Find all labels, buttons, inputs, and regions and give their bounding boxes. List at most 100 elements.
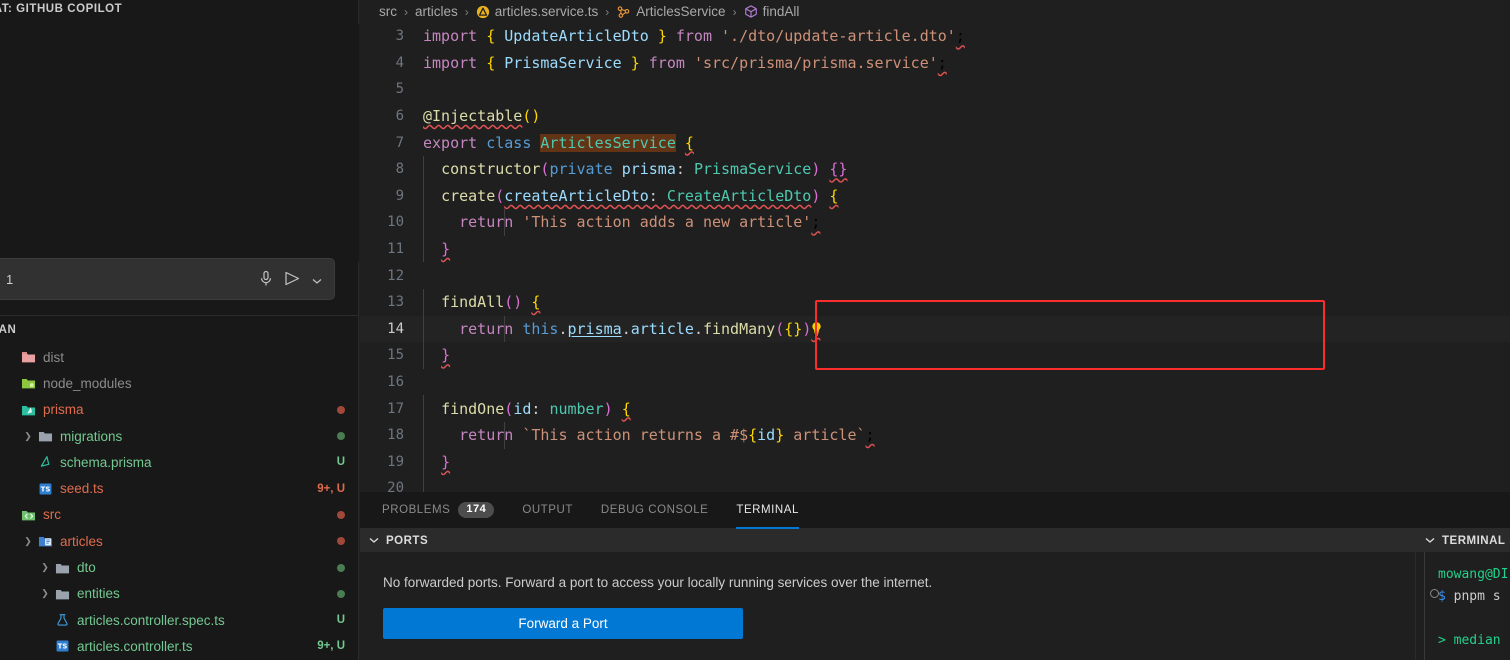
file-tree-label: dto xyxy=(77,560,96,576)
ports-header[interactable]: PORTS xyxy=(360,529,1415,552)
code-line[interactable]: 5 xyxy=(360,76,1510,103)
panel-tab-label: OUTPUT xyxy=(522,504,573,516)
code-line-text: return `This action returns a #${id} art… xyxy=(459,426,875,445)
file-tree-row[interactable]: prisma xyxy=(0,397,359,423)
line-number: 14 xyxy=(387,320,404,337)
folder-dist-icon xyxy=(18,350,38,364)
terminal-header[interactable]: TERMINAL xyxy=(1416,529,1510,552)
line-number: 13 xyxy=(387,294,404,311)
terminal-line: mowang@DI xyxy=(1438,567,1509,582)
breadcrumb-item[interactable]: src xyxy=(379,4,397,19)
indent-guide xyxy=(423,315,424,343)
file-tree-label: entities xyxy=(77,586,120,602)
git-status-indicator: 9+, U xyxy=(317,482,345,495)
chevron-right-icon[interactable]: ❯ xyxy=(38,563,52,572)
terminal-output[interactable]: mowang@DI $ pnpm s > median xyxy=(1416,552,1510,660)
panel-tab-debug-console[interactable]: DEBUG CONSOLE xyxy=(601,492,708,529)
code-line[interactable]: 7 export class ArticlesService { xyxy=(360,129,1510,156)
breadcrumb-item[interactable]: findAll xyxy=(744,4,800,19)
breadcrumb-separator-icon: › xyxy=(605,4,610,19)
microphone-icon[interactable] xyxy=(259,270,273,292)
breadcrumb-label: ArticlesService xyxy=(636,4,726,19)
ports-view: PORTS No forwarded ports. Forward a port… xyxy=(360,529,1415,660)
ts-file-icon: TS xyxy=(35,482,55,496)
file-tree-row[interactable]: node_modules xyxy=(0,370,359,396)
breadcrumb-item[interactable]: articles xyxy=(415,4,458,19)
file-tree-row[interactable]: TS articles.controller.ts 9+, U xyxy=(0,633,359,659)
code-line[interactable]: 3 import { UpdateArticleDto } from './dto… xyxy=(360,23,1510,50)
code-line[interactable]: 15 } xyxy=(360,342,1510,369)
prisma-file-icon xyxy=(35,455,55,469)
code-line[interactable]: 9 create(createArticleDto: CreateArticle… xyxy=(360,182,1510,210)
file-tree-label: articles.controller.ts xyxy=(77,638,193,654)
file-tree-row[interactable]: ❯ articles xyxy=(0,528,359,554)
terminal-line: > median xyxy=(1438,633,1501,648)
code-line-text: import { PrismaService } from 'src/prism… xyxy=(423,53,947,72)
indent-guide xyxy=(423,155,424,183)
code-line[interactable]: 16 xyxy=(360,369,1510,396)
code-line[interactable]: 8 constructor(private prisma: PrismaServ… xyxy=(360,155,1510,183)
send-icon[interactable] xyxy=(284,271,301,291)
file-tree-label: node_modules xyxy=(43,375,132,391)
file-tree-row[interactable]: ❯ dto xyxy=(0,554,359,580)
chevron-down-icon[interactable] xyxy=(312,272,322,290)
file-tree-row[interactable]: articles.controller.spec.ts U xyxy=(0,607,359,633)
code-line[interactable]: 13 findAll() { xyxy=(360,288,1510,316)
line-number: 6 xyxy=(395,108,404,125)
code-line[interactable]: 18 return `This action returns a #${id} … xyxy=(360,421,1510,449)
lightbulb-quickfix-icon[interactable] xyxy=(810,321,823,340)
line-number: 19 xyxy=(387,453,404,470)
code-line[interactable]: 6 @Injectable() xyxy=(360,103,1510,130)
breadcrumb-label: findAll xyxy=(762,4,800,19)
chat-input[interactable]: 1 xyxy=(6,272,13,287)
chevron-right-icon[interactable]: ❯ xyxy=(21,431,35,441)
folder-articles-icon xyxy=(35,534,55,548)
chat-input-container[interactable]: 1 xyxy=(0,258,335,300)
code-line[interactable]: 17 findOne(id: number) { xyxy=(360,395,1510,422)
file-tree-label: dist xyxy=(43,349,65,365)
code-line[interactable]: 19 } xyxy=(360,448,1510,476)
code-line[interactable]: 14 return this.prisma.article.findMany({… xyxy=(360,315,1510,343)
file-tree-row[interactable]: dist xyxy=(0,344,359,370)
code-line[interactable]: 10 return 'This action adds a new articl… xyxy=(360,209,1510,236)
file-tree-row[interactable]: ❯ entities xyxy=(0,581,359,607)
git-status-indicator: U xyxy=(336,456,345,469)
method-symbol-icon xyxy=(744,4,758,19)
panel-tab-bar: PROBLEMS 174 OUTPUT DEBUG CONSOLE TERMINAL xyxy=(360,492,1510,529)
file-tree-row[interactable]: schema.prisma U xyxy=(0,449,359,475)
terminal-view: TERMINAL mowang@DI $ pnpm s > median xyxy=(1415,529,1510,660)
command-decoration-icon xyxy=(1430,589,1439,598)
chevron-down-icon[interactable] xyxy=(1425,535,1435,547)
line-number: 9 xyxy=(395,187,404,204)
panel-tab-label: PROBLEMS xyxy=(382,504,451,516)
panel-tab-output[interactable]: OUTPUT xyxy=(522,492,573,529)
breadcrumb-item[interactable]: ArticlesService xyxy=(616,4,726,19)
forward-a-port-button[interactable]: Forward a Port xyxy=(383,608,743,639)
sidebar: CHAT: GITHUB COPILOT 1 xyxy=(0,0,359,660)
panel-tab-label: DEBUG CONSOLE xyxy=(600,504,709,516)
panel-tab-terminal[interactable]: TERMINAL xyxy=(736,492,799,529)
code-line[interactable]: 12 xyxy=(360,262,1510,289)
breadcrumb-separator-icon: › xyxy=(732,4,737,19)
file-tree-label: src xyxy=(43,507,61,523)
line-number: 15 xyxy=(387,347,404,364)
code-editor[interactable]: 3 import { UpdateArticleDto } from './dto… xyxy=(360,23,1510,502)
code-line[interactable]: 11 } xyxy=(360,235,1510,263)
breadcrumb-item[interactable]: articles.service.ts xyxy=(476,4,599,19)
file-tree-row[interactable]: TS seed.ts 9+, U xyxy=(0,475,359,501)
git-status-indicator xyxy=(337,589,345,598)
chat-panel-title: CHAT: GITHUB COPILOT xyxy=(0,3,123,15)
code-line[interactable]: 4 import { PrismaService } from 'src/pris… xyxy=(360,50,1510,77)
chevron-right-icon[interactable]: ❯ xyxy=(21,536,35,546)
chevron-right-icon[interactable]: ❯ xyxy=(38,589,52,598)
indent-guide xyxy=(423,288,424,316)
file-tree-label: prisma xyxy=(43,402,84,418)
file-tree-label: articles xyxy=(60,533,103,549)
chevron-down-icon[interactable] xyxy=(369,535,379,547)
panel-tab-problems[interactable]: PROBLEMS 174 xyxy=(382,492,495,529)
panel-tab-label: TERMINAL xyxy=(736,504,799,516)
file-tree-row[interactable]: ❯ migrations xyxy=(0,423,359,449)
file-tree-row[interactable]: src xyxy=(0,502,359,528)
breadcrumb-label: articles.service.ts xyxy=(494,4,599,19)
line-number: 8 xyxy=(395,161,404,178)
